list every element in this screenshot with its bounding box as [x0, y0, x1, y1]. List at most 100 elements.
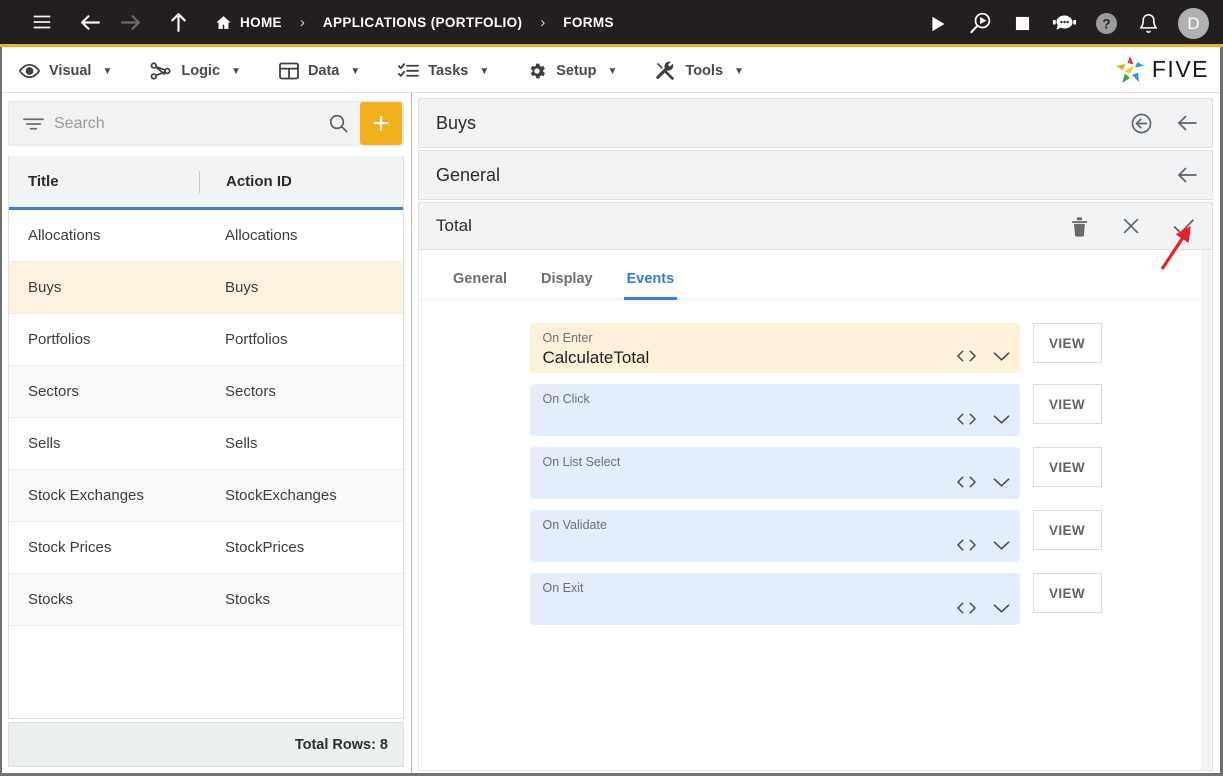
forms-grid-header: Title Action ID [9, 156, 403, 210]
table-row[interactable]: Sells Sells [9, 418, 403, 470]
table-row[interactable]: Stocks Stocks [9, 574, 403, 626]
breadcrumb-applications[interactable]: APPLICATIONS (PORTFOLIO) [314, 15, 531, 30]
code-icon[interactable] [956, 349, 976, 363]
eye-icon [19, 63, 40, 79]
view-button-on-enter[interactable]: VIEW [1032, 323, 1102, 363]
cell-action-id: StockPrices [225, 539, 305, 556]
cell-title: Sectors [28, 383, 79, 400]
table-row[interactable]: Stock Exchanges StockExchanges [9, 470, 403, 522]
table-row[interactable]: Sectors Sectors [9, 366, 403, 418]
code-icon[interactable] [956, 475, 976, 489]
chevron-down-icon[interactable] [993, 540, 1010, 551]
table-row[interactable]: Portfolios Portfolios [9, 314, 403, 366]
tasks-icon [398, 62, 420, 80]
view-button-on-exit[interactable]: VIEW [1032, 573, 1102, 613]
chevron-down-icon: ▼ [479, 65, 490, 77]
run-icon[interactable] [920, 6, 956, 42]
menu-visual[interactable]: Visual ▼ [0, 50, 131, 93]
chevron-down-icon[interactable] [993, 414, 1010, 425]
table-row[interactable]: Allocations Allocations [9, 210, 403, 262]
delete-icon[interactable] [1064, 211, 1094, 241]
application-menu-bar: Visual ▼ Logic ▼ Data ▼ Tasks ▼ Setup ▼ … [0, 50, 1223, 93]
code-icon[interactable] [956, 538, 976, 552]
menu-data[interactable]: Data ▼ [260, 50, 379, 93]
topbar-left-group: HOME › APPLICATIONS (PORTFOLIO) › FORMS [0, 2, 623, 42]
field-settings-card: General Display Events On Enter Calculat… [418, 250, 1213, 771]
close-icon[interactable] [1116, 211, 1146, 241]
svg-text:?: ? [1102, 16, 1110, 31]
five-logo-text: FIVE [1151, 56, 1209, 82]
table-icon [279, 62, 299, 80]
event-field-icons [956, 475, 1010, 489]
event-field-on-enter[interactable]: On Enter CalculateTotal [529, 323, 1020, 373]
vertical-scrollbar[interactable] [1201, 250, 1211, 770]
avatar-initial: D [1187, 13, 1200, 33]
event-field-on-exit[interactable]: On Exit [529, 573, 1020, 625]
chevron-down-icon[interactable] [993, 477, 1010, 488]
chevron-down-icon[interactable] [993, 603, 1010, 614]
cell-title: Stock Exchanges [28, 487, 144, 504]
stop-icon[interactable] [1004, 6, 1040, 42]
arrow-right-icon[interactable] [110, 2, 150, 42]
breadcrumb-home[interactable]: HOME [206, 14, 291, 31]
event-row-on-validate: On Validate VIEW [529, 510, 1102, 562]
code-icon[interactable] [956, 601, 976, 615]
chevron-down-icon[interactable] [993, 351, 1010, 362]
event-field-on-click[interactable]: On Click [529, 384, 1020, 436]
back-arrow-icon[interactable] [1172, 108, 1202, 138]
cell-title: Stock Prices [28, 539, 112, 556]
event-field-on-list-select[interactable]: On List Select [529, 447, 1020, 499]
filter-icon[interactable] [9, 116, 54, 132]
breadcrumb-forms[interactable]: FORMS [554, 15, 623, 30]
debug-icon[interactable] [962, 6, 998, 42]
event-label: On List Select [542, 455, 621, 469]
search-input[interactable] [54, 114, 317, 133]
bell-icon[interactable] [1130, 6, 1166, 42]
form-editor-panel: Buys General Total General Display Event… [413, 93, 1223, 776]
chevron-down-icon: ▼ [607, 65, 618, 77]
code-icon[interactable] [956, 412, 976, 426]
event-row-on-click: On Click VIEW [529, 384, 1102, 436]
event-field-on-validate[interactable]: On Validate [529, 510, 1020, 562]
chevron-down-icon: ▼ [350, 65, 361, 77]
table-row-selected[interactable]: Buys Buys [9, 262, 403, 314]
tab-display[interactable]: Display [524, 271, 610, 299]
chatbot-icon[interactable] [1046, 6, 1082, 42]
five-logo-mark [1115, 56, 1144, 83]
column-header-action-id[interactable]: Action ID [200, 173, 292, 190]
menu-tools[interactable]: Tools ▼ [636, 50, 763, 93]
tab-events[interactable]: Events [610, 271, 692, 300]
menu-visual-label: Visual [49, 63, 92, 79]
arrow-up-icon[interactable] [158, 2, 198, 42]
view-button-on-validate[interactable]: VIEW [1032, 510, 1102, 550]
event-row-on-exit: On Exit VIEW [529, 573, 1102, 625]
view-button-on-list-select[interactable]: VIEW [1032, 447, 1102, 487]
menu-logic[interactable]: Logic ▼ [131, 50, 260, 93]
cell-title: Sells [28, 435, 61, 452]
forms-list-panel: + Title Action ID Allocations Allocation… [0, 93, 412, 776]
back-arrow-icon[interactable] [1172, 160, 1202, 190]
tools-icon [655, 61, 676, 82]
add-form-button[interactable]: + [360, 102, 402, 145]
save-checkmark-icon[interactable] [1168, 211, 1198, 241]
cell-action-id: Portfolios [225, 331, 288, 348]
column-header-title[interactable]: Title [9, 173, 199, 190]
menu-logic-label: Logic [181, 63, 221, 79]
help-icon[interactable]: ? [1088, 6, 1124, 42]
home-icon [215, 14, 232, 31]
arrow-left-icon[interactable] [70, 2, 110, 42]
field-tabs: General Display Events [419, 250, 1212, 300]
search-icon[interactable] [317, 114, 360, 133]
table-row[interactable]: Stock Prices StockPrices [9, 522, 403, 574]
menu-tools-label: Tools [685, 63, 724, 79]
avatar[interactable]: D [1178, 8, 1209, 39]
grid-status-bar: Total Rows: 8 [8, 722, 404, 767]
view-button-on-click[interactable]: VIEW [1032, 384, 1102, 424]
tab-general[interactable]: General [436, 271, 524, 299]
breadcrumb-separator-1: › [299, 13, 305, 31]
menu-tasks[interactable]: Tasks ▼ [379, 50, 508, 93]
page-title: Buys [436, 112, 477, 133]
hamburger-icon[interactable] [22, 2, 62, 42]
undo-circle-icon[interactable] [1126, 108, 1156, 138]
menu-setup[interactable]: Setup ▼ [508, 50, 636, 93]
